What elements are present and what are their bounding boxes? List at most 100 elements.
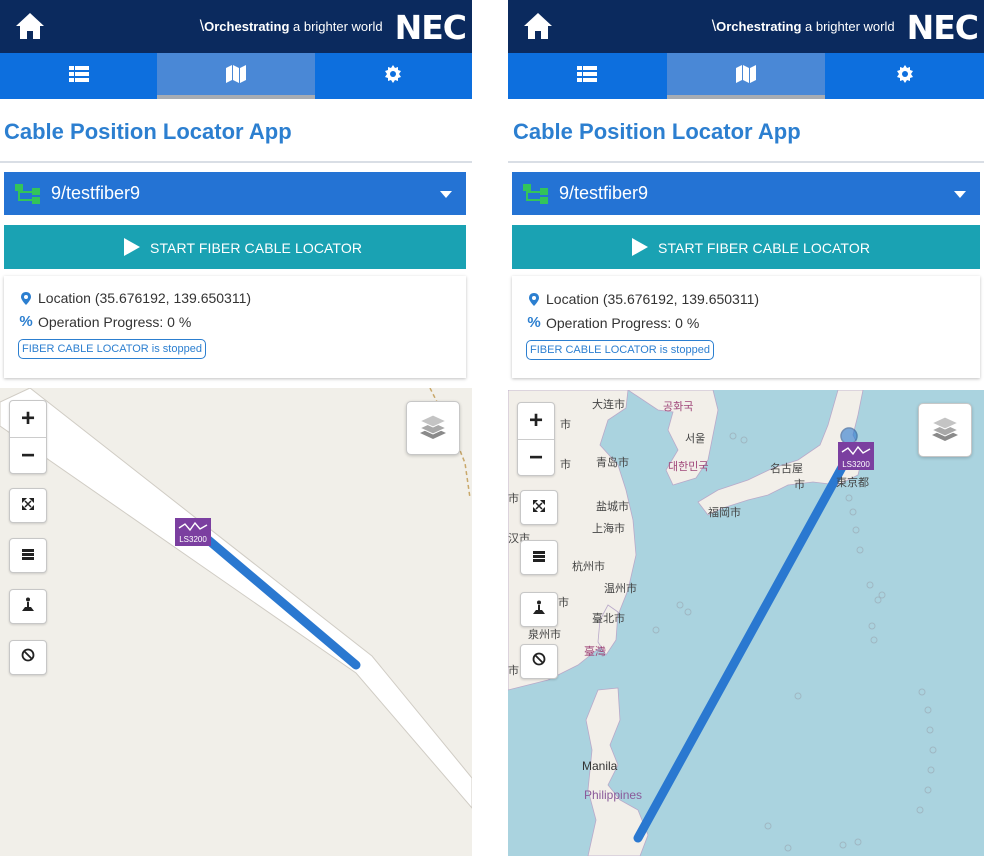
layers-button[interactable] [918,403,972,457]
zoom-control: + − [9,400,47,474]
tab-bar [508,53,984,99]
clear-button[interactable] [9,640,47,675]
progress-text: Operation Progress: 0 % [546,314,700,331]
nec-logo: NEC [394,7,467,47]
zoom-in-button[interactable]: + [10,401,46,436]
label-quanzhou: 泉州市 [528,629,561,641]
label-shi1: 市 [560,419,571,431]
title-section: Cable Position Locator App [508,99,984,163]
gear-icon [384,64,402,88]
tab-list[interactable] [0,53,157,99]
start-locator-button[interactable]: START FIBER CABLE LOCATOR [512,225,980,269]
zoom-out-button[interactable]: − [518,439,554,475]
fiber-selector[interactable]: 9/testfiber9 [4,172,466,215]
app-screen-left: \Orchestrating a brighter world NEC Cabl… [0,0,472,856]
zoom-in-button[interactable]: + [518,403,554,438]
gear-icon [896,64,914,88]
map-view[interactable]: LS3200 大连市 공화국 市 서울 市 青岛市 대한민국 名古屋 市 東京都… [508,390,984,856]
fullscreen-icon [532,498,546,517]
brand: \Orchestrating a brighter world NEC [711,7,979,47]
progress-text: Operation Progress: 0 % [38,313,192,330]
label-seoul: 서울 [685,433,706,445]
nec-logo: NEC [906,7,979,47]
layers-button[interactable] [406,401,460,455]
label-korea: 대한민국 [668,461,709,473]
location-text: Location (35.676192, 139.650311) [546,291,760,307]
label-shi3: 市 [508,493,519,505]
fullscreen-button[interactable] [520,490,558,525]
label-yancheng: 盐城市 [596,501,629,513]
title-section: Cable Position Locator App [0,99,472,163]
menu-icon [533,549,545,567]
location-marker [840,427,858,445]
progress-row: % Operation Progress: 0 % [526,314,699,331]
block-icon [21,648,35,667]
tab-map[interactable] [157,53,315,99]
label-tokyo: 東京都 [836,477,869,489]
start-locator-button[interactable]: START FIBER CABLE LOCATOR [4,225,466,269]
page-title: Cable Position Locator App [513,119,801,144]
percent-icon: % [527,314,541,331]
device-label: LS3200 [179,535,207,544]
layers-icon [418,413,448,444]
tab-settings[interactable] [315,53,472,99]
top-bar: \Orchestrating a brighter world NEC [508,0,984,53]
tab-list[interactable] [508,53,667,99]
label-nagoya: 名古屋 [770,463,803,475]
label-qingdao: 青岛市 [596,457,629,469]
menu-button[interactable] [520,540,558,575]
zoom-out-button[interactable]: − [10,437,46,473]
info-panel: Location (35.676192, 139.650311) % Opera… [512,276,980,378]
status-badge: FIBER CABLE LOCATOR is stopped [18,339,206,359]
device-marker[interactable]: LS3200 [175,518,211,546]
slogan: \Orchestrating a brighter world [199,18,383,35]
progress-row: % Operation Progress: 0 % [18,313,191,330]
person-pin-icon [532,600,546,620]
info-panel: Location (35.676192, 139.650311) % Opera… [4,276,466,378]
map-pin-icon [526,292,542,306]
chevron-down-icon [954,191,966,198]
brand: \Orchestrating a brighter world NEC [199,7,467,47]
app-screen-right: \Orchestrating a brighter world NEC Cabl… [508,0,984,856]
label-shi4: 市 [558,597,569,609]
tab-bar [0,53,472,99]
slogan: \Orchestrating a brighter world [711,18,895,35]
tab-settings[interactable] [825,53,984,99]
device-marker[interactable]: LS3200 [838,442,874,470]
panel-gap [472,0,508,856]
home-icon[interactable] [14,11,46,41]
tab-map[interactable] [666,53,826,99]
clear-button[interactable] [520,644,558,679]
label-shi5: 市 [508,665,519,677]
menu-button[interactable] [9,538,47,573]
home-icon[interactable] [522,11,554,41]
block-icon [532,652,546,671]
locate-person-button[interactable] [520,592,558,627]
fullscreen-button[interactable] [9,488,47,523]
map-view[interactable]: LS3200 + − [0,388,472,856]
islands [652,432,937,852]
map-canvas: LS3200 [0,388,472,809]
map-canvas: LS3200 [508,390,937,856]
status-badge: FIBER CABLE LOCATOR is stopped [526,340,714,360]
play-icon [632,238,648,256]
fiber-selector-value: 9/testfiber9 [51,183,141,203]
location-row: Location (35.676192, 139.650311) [526,291,759,307]
list-icon [577,65,598,87]
network-icon [523,184,549,209]
play-icon [124,238,140,256]
cable-route-line [201,533,361,670]
fiber-selector[interactable]: 9/testfiber9 [512,172,980,215]
label-dalian: 大连市 [592,399,625,411]
label-philippines: Philippines [584,788,643,802]
person-pin-icon [21,597,35,617]
menu-icon [22,547,34,565]
fullscreen-icon [21,496,35,515]
device-label: LS3200 [842,460,870,469]
fiber-selector-value: 9/testfiber9 [559,183,649,203]
locate-person-button[interactable] [9,589,47,624]
list-icon [68,65,89,87]
label-manila: Manila [582,759,618,773]
map-icon [736,64,756,88]
map-pin-icon [18,291,34,305]
